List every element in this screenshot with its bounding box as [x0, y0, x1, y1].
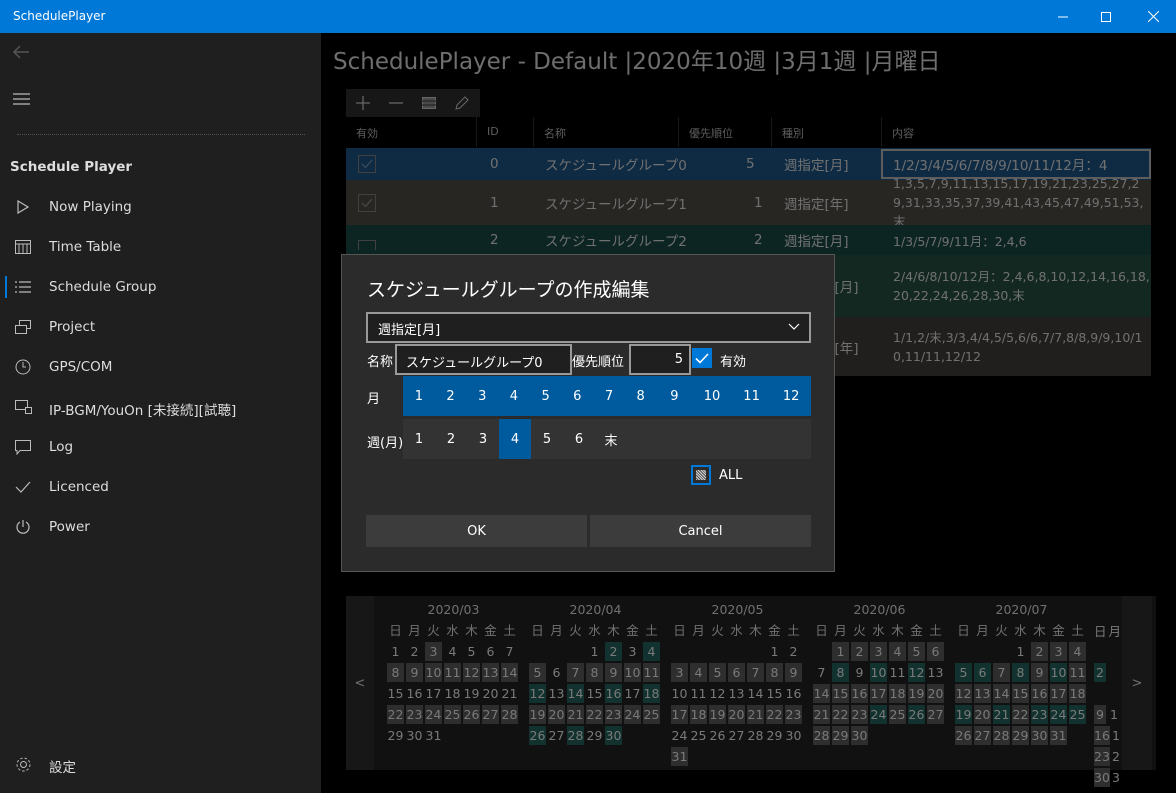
chevron-down-icon — [788, 323, 800, 330]
sidebar-item-label: 設定 — [49, 760, 76, 776]
month-chip[interactable]: 6 — [561, 376, 594, 416]
maximize-icon — [1101, 11, 1111, 22]
sidebar-item-label: Power — [49, 519, 90, 535]
month-chip[interactable]: 1 — [403, 376, 435, 416]
sidebar-item-ip-bgm[interactable]: IP-BGM/YouOn [未接続][試聴] — [0, 389, 321, 425]
close-icon — [1147, 11, 1159, 22]
cancel-button[interactable]: Cancel — [590, 515, 811, 547]
clock-icon — [14, 358, 32, 376]
week-label: 週(月) — [367, 436, 404, 451]
priority-input[interactable]: 5 — [629, 344, 691, 375]
sidebar-item-label: GPS/COM — [49, 359, 113, 375]
dialog-title: スケジュールグループの作成編集 — [367, 279, 650, 301]
month-chip[interactable]: 11 — [731, 376, 772, 416]
sidebar-item-licenced[interactable]: Licenced — [0, 469, 321, 505]
ok-button[interactable]: OK — [366, 515, 587, 547]
network-icon — [14, 398, 32, 416]
indeterminate-icon — [696, 470, 706, 480]
sidebar-item-log[interactable]: Log — [0, 429, 321, 465]
sidebar-item-settings[interactable]: 設定 — [0, 746, 321, 782]
sidebar: Schedule Player Now Playing Time Table S… — [0, 33, 321, 793]
sidebar-item-time-table[interactable]: Time Table — [0, 229, 321, 265]
month-chip[interactable]: 9 — [656, 376, 693, 416]
week-chip[interactable]: 1 — [403, 419, 435, 459]
month-chip[interactable]: 8 — [624, 376, 657, 416]
hamburger-button[interactable] — [13, 90, 30, 109]
month-chip[interactable]: 10 — [692, 376, 732, 416]
list-icon — [14, 278, 32, 296]
app-name: Schedule Player — [10, 159, 133, 175]
minimize-icon — [1058, 16, 1068, 17]
week-chip[interactable]: 5 — [531, 419, 563, 459]
back-arrow-icon — [12, 45, 29, 59]
power-icon — [14, 518, 32, 536]
month-chip[interactable]: 7 — [593, 376, 625, 416]
month-chip[interactable]: 3 — [466, 376, 499, 416]
month-label: 月 — [367, 392, 381, 407]
gear-icon — [14, 755, 32, 773]
sidebar-item-label: Now Playing — [49, 199, 132, 215]
type-dropdown[interactable]: 週指定[月] — [366, 312, 811, 343]
project-icon — [14, 318, 32, 336]
sidebar-item-gps-com[interactable]: GPS/COM — [0, 349, 321, 385]
month-chip[interactable]: 5 — [529, 376, 562, 416]
selection-indicator — [5, 276, 7, 298]
sidebar-item-label: Schedule Group — [49, 279, 157, 295]
name-label: 名称 — [367, 355, 394, 370]
enabled-label: 有効 — [720, 355, 747, 370]
check-icon — [14, 478, 32, 496]
week-selector: 123456末 — [403, 419, 811, 459]
sidebar-item-label: Log — [49, 439, 74, 455]
all-label: ALL — [719, 468, 743, 483]
hamburger-icon — [13, 93, 30, 105]
sidebar-item-schedule-group[interactable]: Schedule Group — [0, 269, 321, 305]
close-button[interactable] — [1130, 0, 1176, 33]
enabled-checkbox[interactable] — [692, 348, 712, 368]
month-chip[interactable]: 4 — [498, 376, 530, 416]
sidebar-item-label: Licenced — [49, 479, 109, 495]
title-bar: SchedulePlayer — [0, 0, 1176, 33]
month-selector: 1 2 3 4 5 6 7 8 9 10 11 12 — [403, 376, 811, 416]
sidebar-item-now-playing[interactable]: Now Playing — [0, 189, 321, 225]
sidebar-divider — [17, 134, 305, 135]
week-chip[interactable]: 末 — [595, 419, 627, 459]
all-checkbox[interactable] — [691, 465, 711, 485]
week-chip[interactable]: 6 — [563, 419, 595, 459]
sidebar-item-label: Project — [49, 319, 96, 335]
message-icon — [14, 438, 32, 456]
name-input[interactable]: スケジュールグループ0 — [395, 344, 572, 375]
sidebar-item-label: IP-BGM/YouOn [未接続][試聴] — [49, 403, 237, 419]
back-button[interactable] — [12, 44, 30, 64]
priority-label: 優先順位 — [572, 355, 625, 370]
sidebar-item-label: Time Table — [49, 239, 122, 255]
week-chip[interactable]: 2 — [435, 419, 467, 459]
window-title: SchedulePlayer — [13, 9, 106, 23]
minimize-button[interactable] — [1040, 0, 1086, 33]
play-icon — [14, 198, 32, 216]
month-chip[interactable]: 2 — [434, 376, 467, 416]
calendar-icon — [14, 238, 32, 256]
week-chip[interactable]: 4 — [499, 419, 531, 459]
sidebar-item-project[interactable]: Project — [0, 309, 321, 345]
sidebar-item-power[interactable]: Power — [0, 509, 321, 545]
schedule-group-edit-dialog: スケジュールグループの作成編集 週指定[月] 名称 スケジュールグループ0 優先… — [341, 254, 835, 572]
type-dropdown-value: 週指定[月] — [378, 323, 441, 338]
checkmark-icon — [695, 352, 709, 364]
week-chip[interactable]: 3 — [467, 419, 499, 459]
month-chip[interactable]: 12 — [771, 376, 811, 416]
maximize-button[interactable] — [1083, 0, 1129, 33]
